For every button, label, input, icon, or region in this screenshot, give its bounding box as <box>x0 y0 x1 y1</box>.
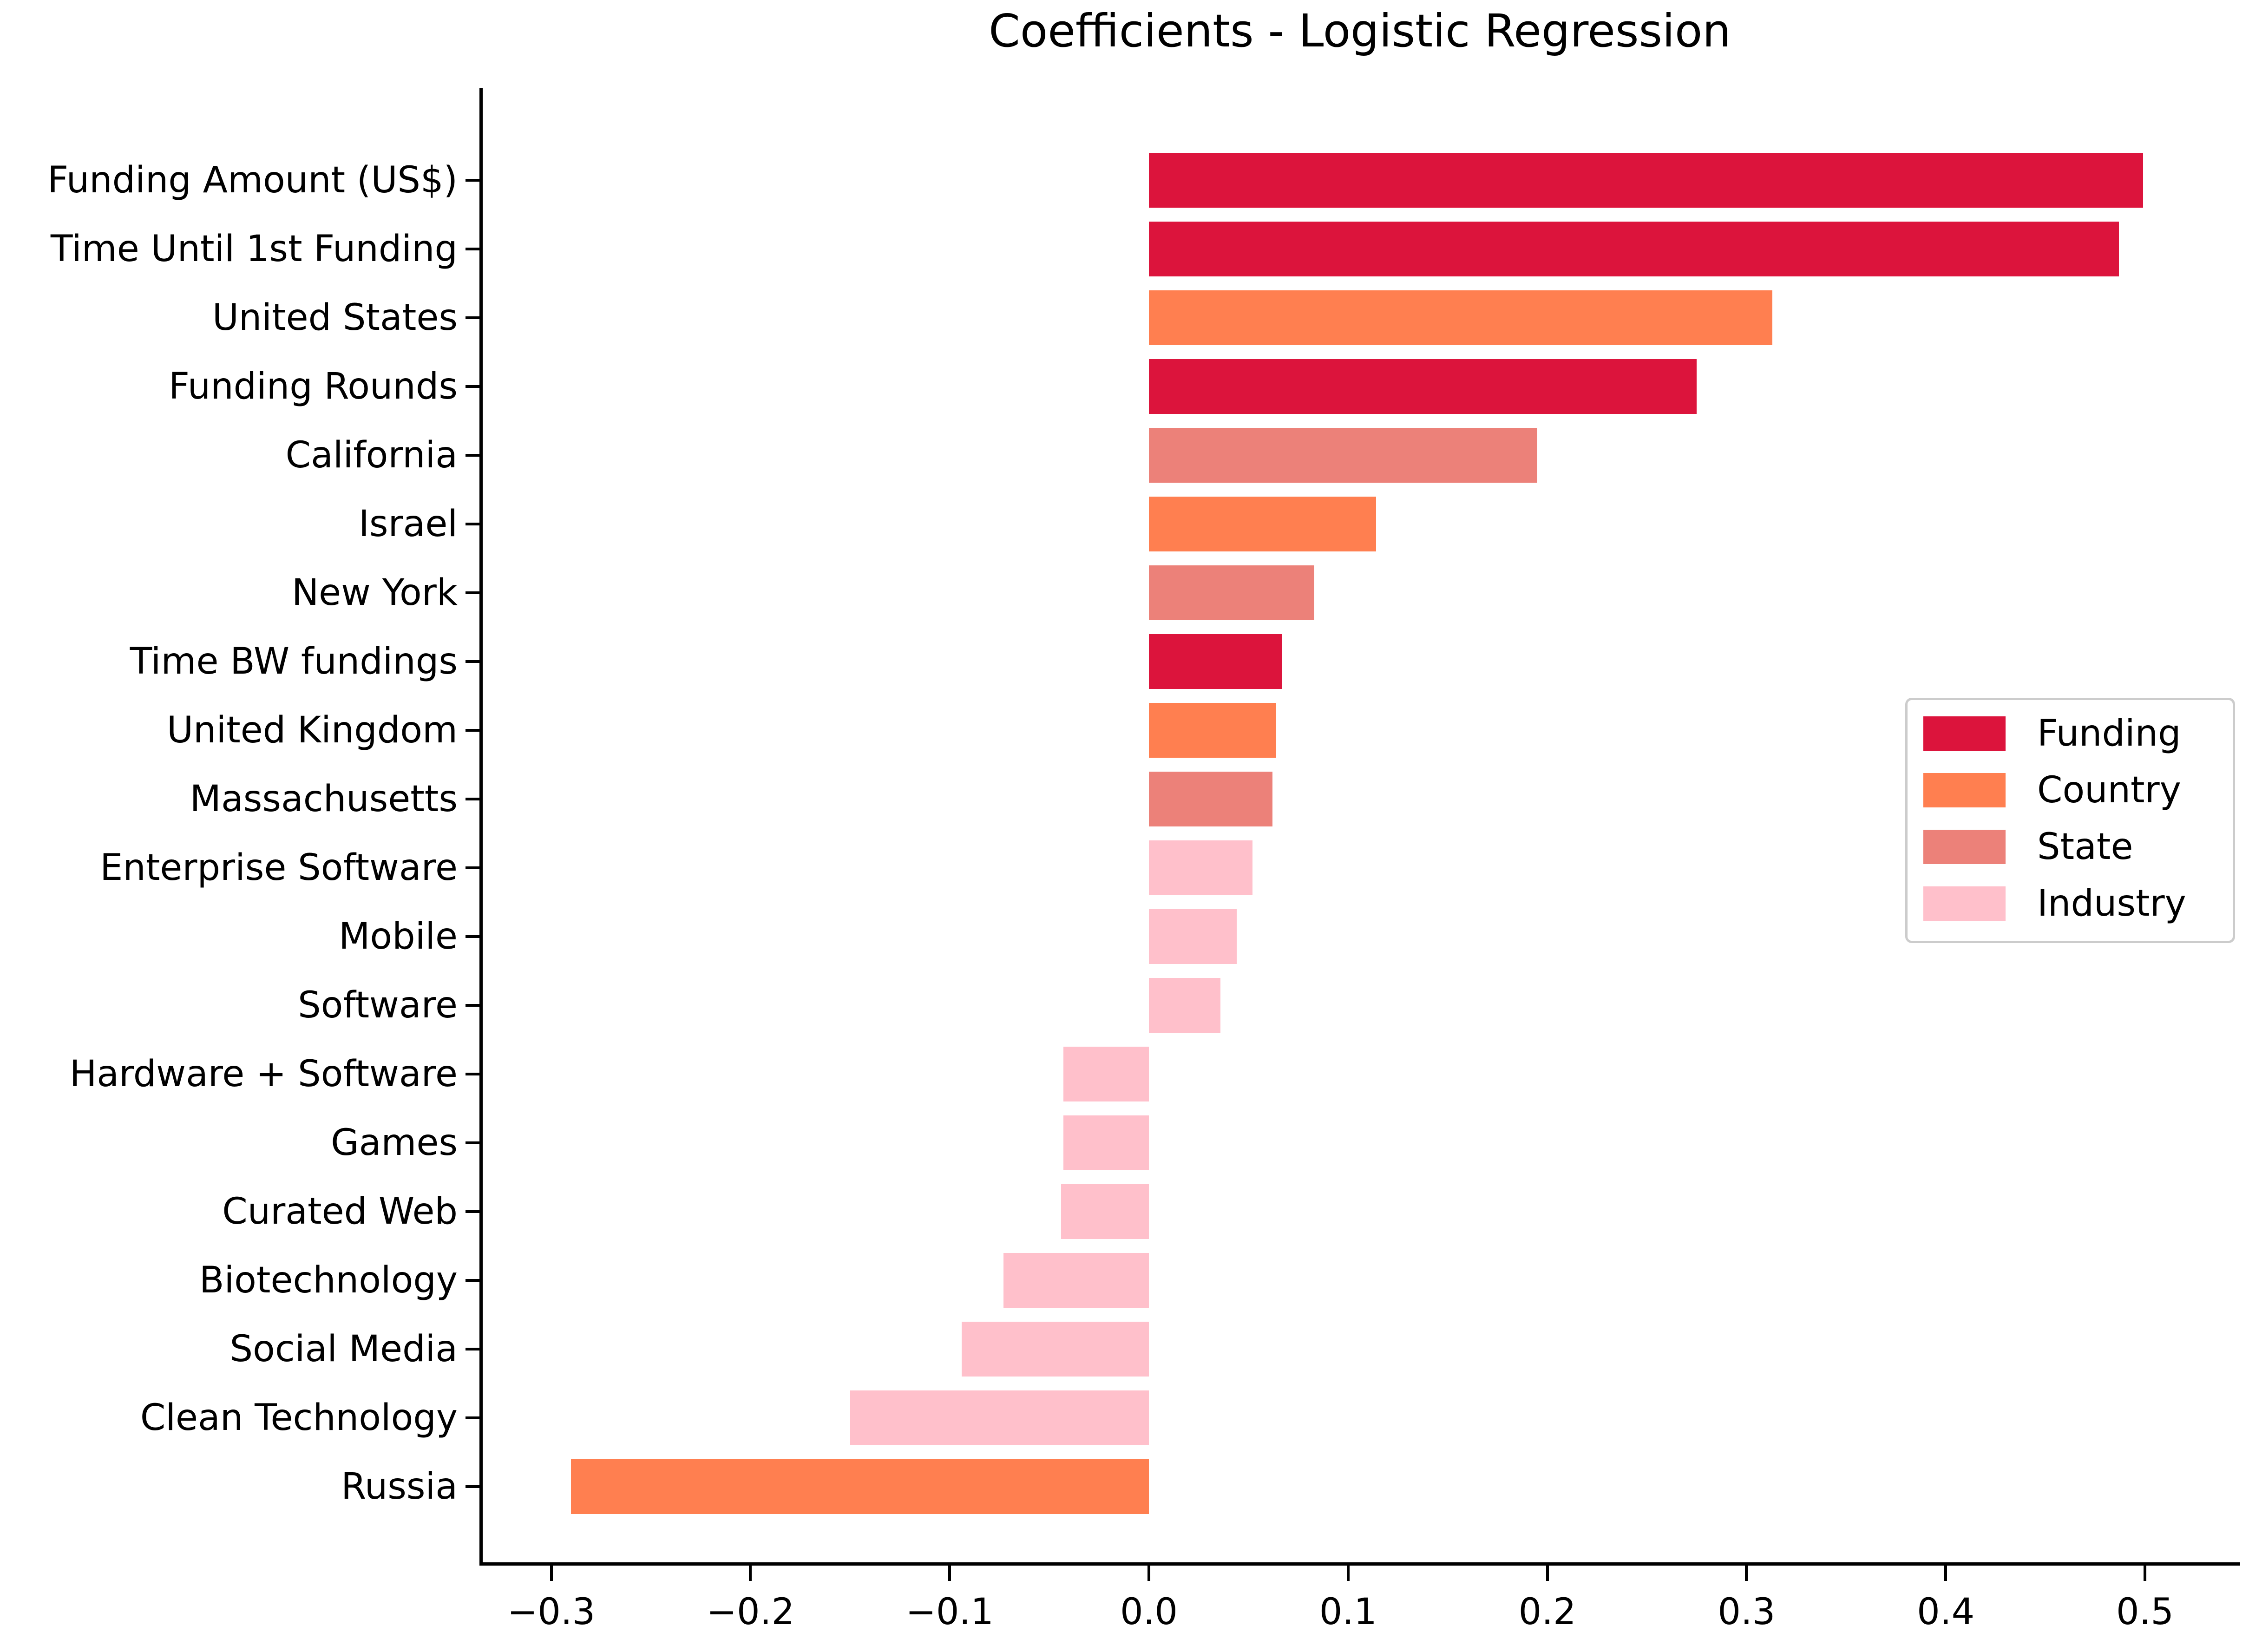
legend-label: State <box>2037 826 2133 868</box>
x-axis-tick-label: 0.3 <box>1718 1591 1776 1633</box>
x-axis-tick-label: 0.2 <box>1518 1591 1576 1633</box>
legend-swatch-icon <box>1923 830 2006 864</box>
x-axis-tick-mark <box>948 1566 951 1581</box>
y-axis-tick-mark <box>466 316 481 319</box>
legend-label: Industry <box>2037 883 2186 924</box>
bar <box>1149 978 1221 1033</box>
legend-label: Country <box>2037 769 2181 811</box>
y-axis-tick-label: Funding Amount (US$) <box>47 159 458 201</box>
bar <box>1149 909 1237 964</box>
y-axis-tick-mark <box>466 798 481 800</box>
legend-item[interactable]: Country <box>1923 769 2225 812</box>
y-axis-tick-mark <box>466 1210 481 1213</box>
bar <box>1149 428 1538 483</box>
y-axis-tick-label: Russia <box>341 1466 458 1508</box>
y-axis-tick-label: Mobile <box>339 916 458 957</box>
bar <box>1149 840 1252 895</box>
bar <box>1149 703 1277 758</box>
x-axis-tick-mark <box>1346 1566 1350 1581</box>
x-axis-tick-mark <box>550 1566 553 1581</box>
x-axis-tick-mark <box>1147 1566 1150 1581</box>
bar <box>1149 359 1697 414</box>
bar <box>1063 1115 1149 1170</box>
bar <box>1003 1253 1149 1308</box>
bar <box>1063 1047 1149 1101</box>
bar <box>1149 153 2143 208</box>
x-axis-tick-label: −0.2 <box>706 1591 795 1633</box>
y-axis-tick-label: Games <box>331 1122 458 1164</box>
bar <box>1149 634 1283 689</box>
y-axis-tick-label: Hardware + Software <box>69 1053 458 1095</box>
y-axis-tick-mark <box>466 248 481 250</box>
y-axis-tick-label: Time Until 1st Funding <box>50 228 458 270</box>
y-axis-tick-mark <box>466 179 481 182</box>
y-axis-tick-label: United States <box>212 297 458 339</box>
y-axis-tick-mark <box>466 1073 481 1075</box>
y-axis-tick-mark <box>466 454 481 457</box>
y-axis-tick-mark <box>466 1004 481 1007</box>
x-axis-tick-mark <box>2144 1566 2146 1581</box>
legend-item[interactable]: Industry <box>1923 882 2225 925</box>
y-axis-tick-mark <box>466 385 481 388</box>
x-axis-tick-label: 0.0 <box>1120 1591 1178 1633</box>
y-axis-tick-mark <box>466 1279 481 1282</box>
bar <box>1149 565 1314 620</box>
x-axis-tick-label: 0.1 <box>1319 1591 1377 1633</box>
bar <box>1149 290 1773 345</box>
bar <box>850 1390 1149 1445</box>
y-axis-tick-mark <box>466 1141 481 1144</box>
x-axis-tick-mark <box>1546 1566 1549 1581</box>
y-axis-tick-mark <box>466 866 481 869</box>
y-axis-tick-mark <box>466 591 481 594</box>
figure-canvas: Coefficients - Logistic Regression Fundi… <box>0 0 2249 1652</box>
y-axis-tick-label: New York <box>291 572 458 614</box>
y-axis-spine <box>479 88 483 1566</box>
y-axis-tick-mark <box>466 935 481 938</box>
y-axis-tick-label: Software <box>298 984 458 1026</box>
y-axis-tick-mark <box>466 1416 481 1419</box>
y-axis-tick-mark <box>466 1485 481 1488</box>
y-axis-tick-label: United Kingdom <box>166 709 458 751</box>
x-axis-tick-mark <box>1745 1566 1748 1581</box>
bar <box>1149 772 1272 826</box>
x-axis-tick-mark <box>1944 1566 1947 1581</box>
x-axis-tick-label: −0.3 <box>507 1591 596 1633</box>
y-axis-tick-label: Funding Rounds <box>169 366 458 407</box>
y-axis-tick-mark <box>466 523 481 525</box>
y-axis-tick-label: Time BW fundings <box>130 641 458 682</box>
legend-swatch-icon <box>1923 886 2006 921</box>
y-axis-tick-label: Curated Web <box>222 1191 458 1232</box>
legend-item[interactable]: Funding <box>1923 712 2225 755</box>
bar <box>571 1459 1149 1514</box>
bar <box>1149 497 1376 551</box>
x-axis-spine <box>479 1562 2240 1566</box>
y-axis-tick-label: Social Media <box>229 1328 458 1370</box>
y-axis-tick-mark <box>466 729 481 732</box>
legend-label: Funding <box>2037 713 2181 754</box>
x-axis-tick-label: 0.4 <box>1917 1591 1975 1633</box>
legend-swatch-icon <box>1923 773 2006 807</box>
y-axis-tick-label: Clean Technology <box>140 1397 458 1439</box>
y-axis-tick-label: Biotechnology <box>199 1259 458 1301</box>
y-axis-tick-label: Enterprise Software <box>100 847 458 889</box>
bar <box>961 1322 1149 1377</box>
y-axis-tick-label: California <box>285 434 458 476</box>
x-axis-tick-label: −0.1 <box>905 1591 994 1633</box>
legend-item[interactable]: State <box>1923 826 2225 868</box>
legend: Funding Country State Industry <box>1905 698 2235 943</box>
x-axis-tick-label: 0.5 <box>2116 1591 2174 1633</box>
x-axis-tick-mark <box>749 1566 752 1581</box>
y-axis-tick-label: Israel <box>358 503 458 545</box>
bar <box>1061 1184 1149 1239</box>
y-axis-tick-mark <box>466 1348 481 1350</box>
y-axis-tick-mark <box>466 660 481 663</box>
y-axis-tick-label: Massachusetts <box>190 778 458 820</box>
legend-swatch-icon <box>1923 716 2006 751</box>
bar <box>1149 222 2119 276</box>
page-title: Coefficients - Logistic Regression <box>989 5 1731 57</box>
